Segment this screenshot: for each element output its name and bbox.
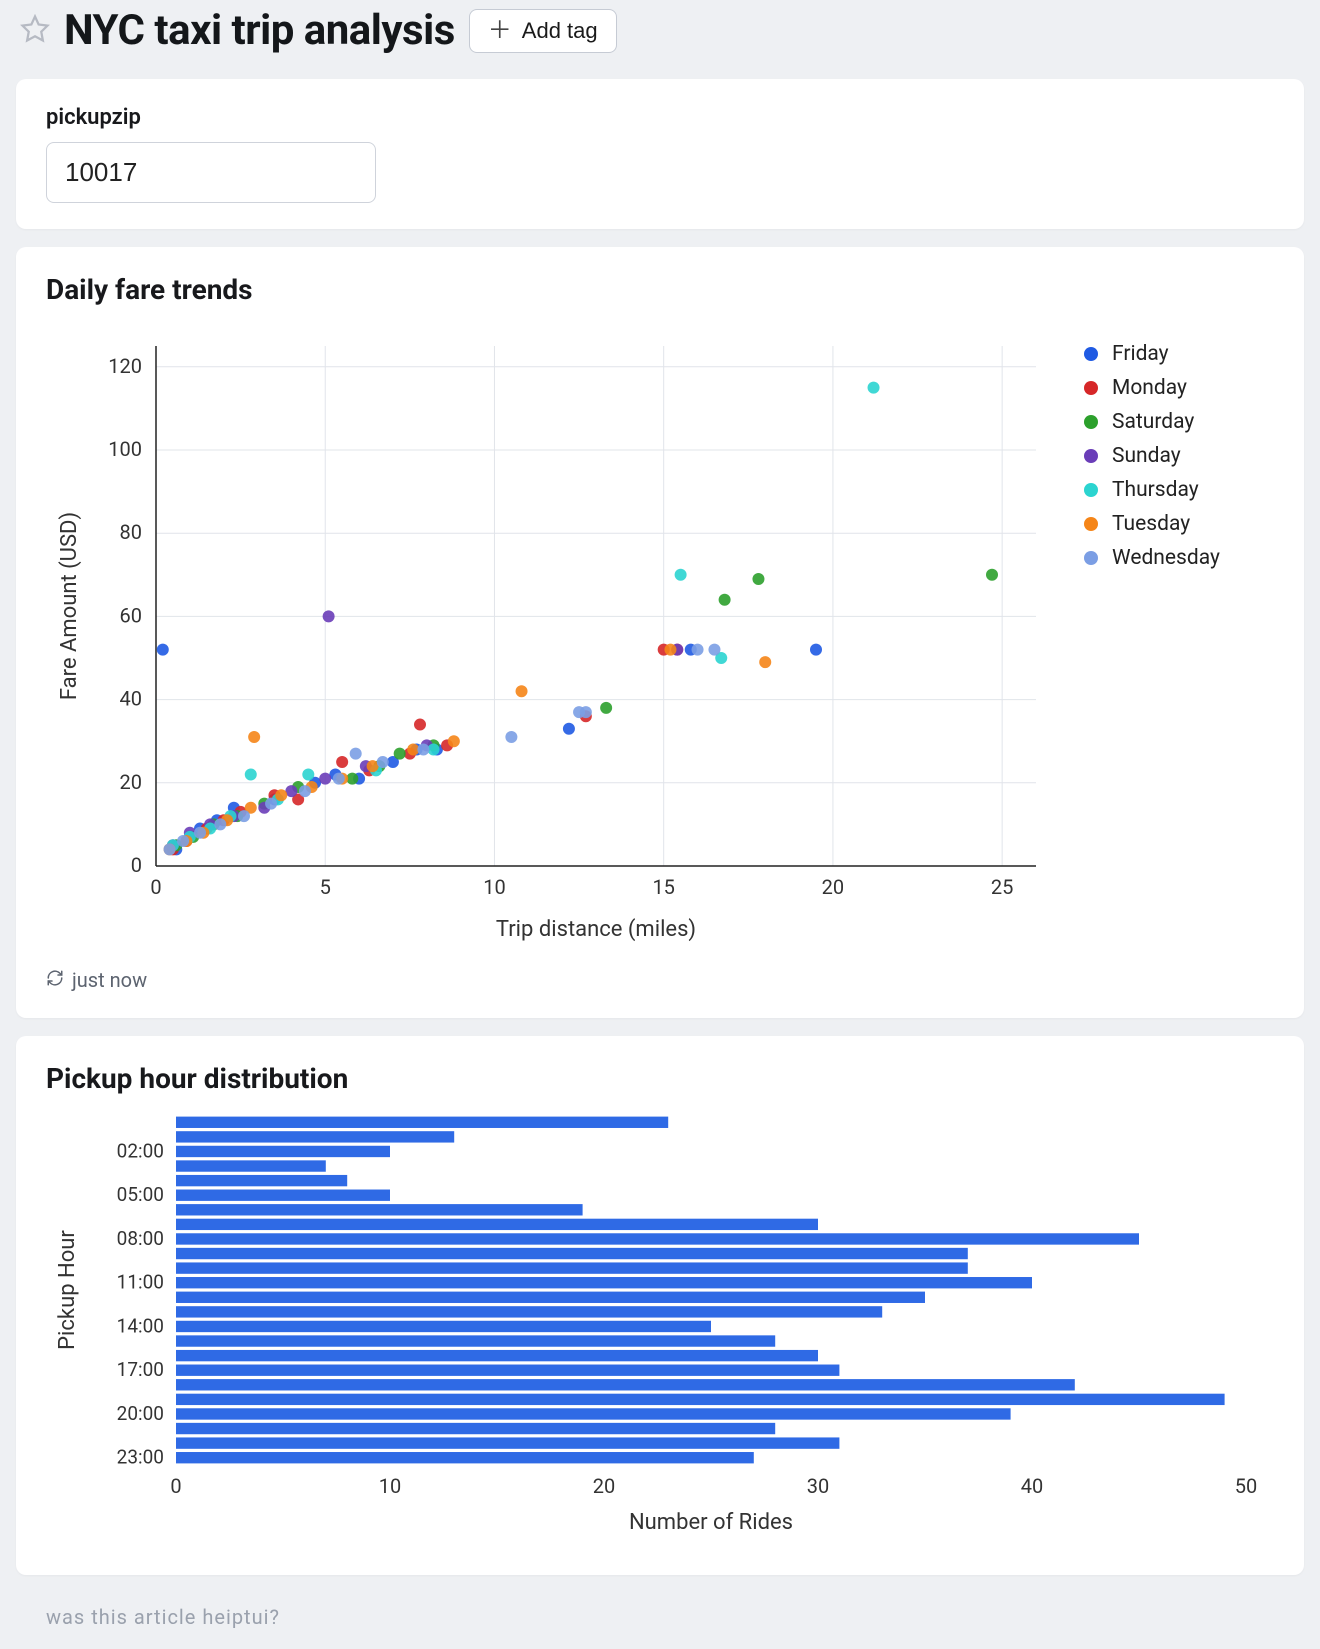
dashboard-header: NYC taxi trip analysis ＋ Add tag	[16, 0, 1304, 79]
legend-dot-icon	[1084, 449, 1098, 463]
svg-text:80: 80	[120, 520, 142, 544]
svg-text:Trip distance (miles): Trip distance (miles)	[496, 917, 696, 942]
refresh-text: just now	[72, 968, 147, 992]
footer-partial-text: was this article heiptui?	[16, 1593, 1304, 1629]
legend-label: Sunday	[1112, 444, 1181, 468]
refresh-status: just now	[46, 968, 1274, 992]
legend-item[interactable]: Saturday	[1084, 410, 1220, 434]
legend-label: Wednesday	[1112, 546, 1220, 570]
svg-text:0: 0	[170, 1474, 181, 1498]
parameter-panel: pickupzip	[16, 79, 1304, 229]
pickup-hour-title: Pickup hour distribution	[46, 1062, 1274, 1095]
pickupzip-label: pickupzip	[46, 105, 1274, 130]
svg-text:11:00: 11:00	[117, 1271, 164, 1294]
legend-item[interactable]: Thursday	[1084, 478, 1220, 502]
star-icon[interactable]	[20, 14, 50, 48]
svg-text:Fare Amount (USD): Fare Amount (USD)	[57, 512, 82, 700]
fare-trends-title: Daily fare trends	[46, 273, 1274, 306]
legend-label: Friday	[1112, 342, 1169, 366]
legend-item[interactable]: Wednesday	[1084, 546, 1220, 570]
svg-text:Number of Rides: Number of Rides	[629, 1510, 793, 1535]
svg-text:05:00: 05:00	[117, 1183, 164, 1206]
pickup-hour-panel: Pickup hour distribution 02:00 05:00 08:00…	[16, 1036, 1304, 1575]
svg-text:40: 40	[120, 687, 142, 711]
svg-text:02:00: 02:00	[117, 1139, 164, 1162]
svg-text:0: 0	[150, 875, 161, 899]
legend-dot-icon	[1084, 347, 1098, 361]
svg-text:100: 100	[108, 437, 142, 461]
refresh-icon[interactable]	[46, 968, 64, 992]
svg-text:17:00: 17:00	[117, 1358, 164, 1381]
svg-text:10: 10	[379, 1474, 401, 1498]
svg-text:Pickup Hour: Pickup Hour	[55, 1230, 80, 1350]
pickup-hour-chart: 02:00 05:00 08:00 11:00 14:00 17:00 20:00 23:00…	[46, 1105, 1266, 1545]
legend-label: Monday	[1112, 376, 1187, 400]
add-tag-button[interactable]: ＋ Add tag	[469, 9, 617, 53]
pickupzip-input[interactable]	[46, 142, 376, 203]
add-tag-label: Add tag	[522, 18, 598, 44]
legend-item[interactable]: Sunday	[1084, 444, 1220, 468]
legend-dot-icon	[1084, 551, 1098, 565]
fare-trends-legend: Friday Monday Saturday Sunday Thursday Tuesda…	[1056, 316, 1220, 956]
svg-text:30: 30	[807, 1474, 829, 1498]
fare-trends-chart: 0 5 10 15 20 25 0 20 40 60 80 100 120 Trip distance (…	[46, 316, 1056, 956]
legend-item[interactable]: Tuesday	[1084, 512, 1220, 536]
svg-text:5: 5	[320, 875, 331, 899]
legend-label: Thursday	[1112, 478, 1199, 502]
svg-text:25: 25	[991, 875, 1013, 899]
page-title: NYC taxi trip analysis	[64, 6, 455, 55]
plus-icon: ＋	[488, 19, 512, 43]
fare-trends-panel: Daily fare trends 0 5 10 15 20 25 0 20 40 60 80 100…	[16, 247, 1304, 1018]
svg-text:08:00: 08:00	[117, 1227, 164, 1250]
svg-text:14:00: 14:00	[117, 1314, 164, 1337]
svg-text:120: 120	[108, 354, 142, 378]
svg-text:10: 10	[483, 875, 505, 899]
svg-text:0: 0	[131, 853, 142, 877]
svg-text:15: 15	[652, 875, 674, 899]
svg-text:20:00: 20:00	[117, 1402, 164, 1425]
legend-dot-icon	[1084, 415, 1098, 429]
legend-dot-icon	[1084, 381, 1098, 395]
svg-text:20: 20	[593, 1474, 615, 1498]
svg-text:60: 60	[120, 603, 142, 627]
svg-text:23:00: 23:00	[117, 1446, 164, 1469]
legend-item[interactable]: Friday	[1084, 342, 1220, 366]
legend-dot-icon	[1084, 517, 1098, 531]
svg-text:20: 20	[120, 770, 142, 794]
legend-label: Saturday	[1112, 410, 1194, 434]
svg-text:20: 20	[822, 875, 844, 899]
legend-dot-icon	[1084, 483, 1098, 497]
legend-item[interactable]: Monday	[1084, 376, 1220, 400]
svg-text:50: 50	[1235, 1474, 1257, 1498]
svg-text:40: 40	[1021, 1474, 1043, 1498]
legend-label: Tuesday	[1112, 512, 1190, 536]
